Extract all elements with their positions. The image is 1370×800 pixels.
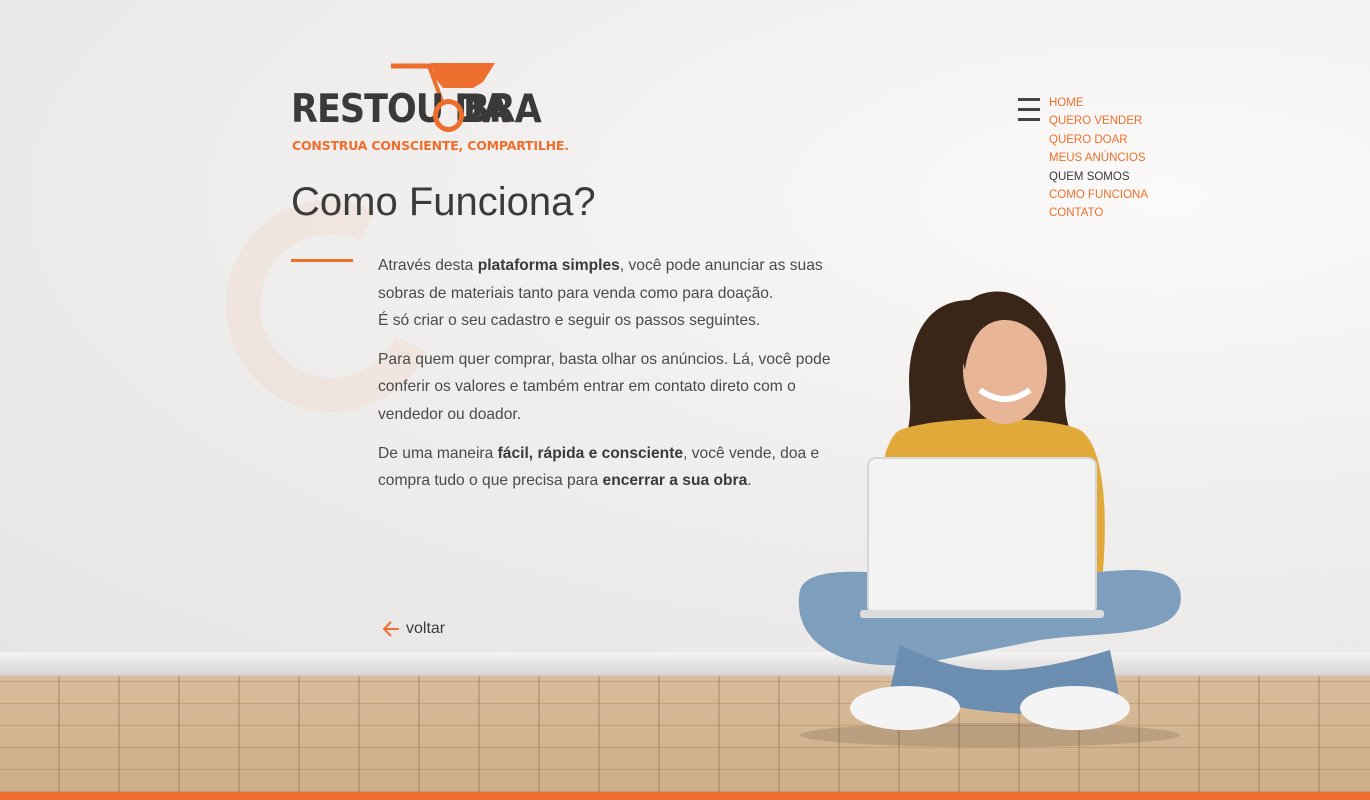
- woman-with-laptop-image: [798, 291, 1181, 747]
- logo-tagline: CONSTRUA CONSCIENTE, COMPARTILHE.: [292, 138, 569, 153]
- p3-text-a: De uma maneira: [378, 444, 498, 462]
- back-link[interactable]: voltar: [382, 617, 445, 641]
- p3-text-e: .: [747, 472, 752, 490]
- arrow-left-icon: [382, 621, 399, 637]
- nav-item-como-funciona[interactable]: COMO FUNCIONA: [1049, 186, 1148, 204]
- nav-item-contato[interactable]: CONTATO: [1049, 204, 1148, 222]
- main-nav: HOME QUERO VENDER QUERO DOAR MEUS ANÚNCI…: [1049, 94, 1148, 223]
- title-underline: [291, 259, 353, 262]
- nav-item-quero-doar[interactable]: QUERO DOAR: [1049, 131, 1148, 149]
- content-body: Através desta plataforma simples, você p…: [378, 252, 848, 506]
- nav-item-meus-anuncios[interactable]: MEUS ANÚNCIOS: [1049, 149, 1148, 167]
- nav-item-home[interactable]: HOME: [1049, 94, 1148, 112]
- logo-word-right: BRA: [463, 87, 542, 133]
- paragraph-1: Através desta plataforma simples, você p…: [378, 252, 848, 335]
- footer-accent-bar: [0, 792, 1370, 800]
- logo-o-wheel: [433, 99, 464, 132]
- nav-item-quem-somos[interactable]: QUEM SOMOS: [1049, 168, 1148, 186]
- site-logo[interactable]: RESTOU DA BRA CONSTRUA CONSCIENTE, COMPA…: [291, 60, 569, 160]
- p3-bold-1: fácil, rápida e consciente: [497, 444, 684, 462]
- p3-bold-2: encerrar a sua obra: [602, 472, 748, 490]
- hamburger-icon[interactable]: [1018, 98, 1040, 122]
- page-title: Como Funciona?: [291, 180, 596, 224]
- p1-bold: plataforma simples: [477, 257, 620, 274]
- back-label: voltar: [406, 620, 446, 637]
- paragraph-2: Para quem quer comprar, basta olhar os a…: [378, 350, 831, 423]
- nav-item-quero-vender[interactable]: QUERO VENDER: [1049, 112, 1148, 130]
- p1-text-d: É só criar o seu cadastro e seguir os pa…: [378, 312, 761, 330]
- paragraph-3: De uma maneira fácil, rápida e conscient…: [378, 440, 848, 495]
- p1-text-a: Através desta: [378, 257, 478, 274]
